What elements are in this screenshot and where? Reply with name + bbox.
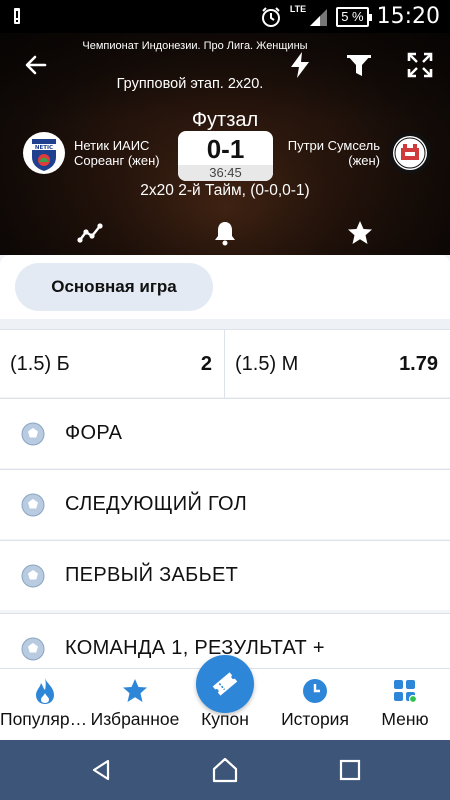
- odd-under[interactable]: (1.5) М 1.79: [225, 330, 450, 398]
- market-title: КОМАНДА 1, РЕЗУЛЬТАТ +: [65, 637, 325, 659]
- square-recents-icon: [339, 759, 361, 781]
- team-away-logo: [389, 132, 431, 174]
- battery-indicator: 5 %: [336, 6, 373, 27]
- fullscreen-button[interactable]: [400, 45, 440, 85]
- nav-favorites[interactable]: Избранное: [90, 669, 180, 741]
- home-icon: [212, 757, 238, 783]
- expand-icon: [407, 52, 433, 78]
- alarm-icon: [261, 6, 280, 27]
- bell-icon: [215, 222, 235, 246]
- clock-icon: [303, 679, 327, 703]
- scoreboard: 0-1 36:45: [178, 131, 273, 181]
- divider: [0, 319, 450, 329]
- filter-icon: [347, 55, 371, 76]
- ball-icon: [21, 564, 45, 587]
- ticket-icon: [212, 672, 238, 696]
- match-clock: 36:45: [178, 165, 273, 181]
- status-bar: LTE 5 % 15:20: [0, 0, 450, 33]
- ball-icon: [21, 422, 45, 445]
- filter-button[interactable]: [339, 45, 379, 85]
- chart-line-icon: [77, 223, 103, 243]
- game-type-panel: Основная игра: [0, 255, 450, 319]
- system-recents-button[interactable]: [334, 754, 366, 786]
- odd-over-value: 2: [200, 352, 212, 375]
- system-navigation: [0, 740, 450, 800]
- tab-favorite[interactable]: [340, 215, 380, 251]
- market-next-goal[interactable]: СЛЕДУЮЩИЙ ГОЛ: [0, 469, 450, 539]
- lightning-icon: [291, 52, 309, 78]
- odd-under-label: (1.5) М: [235, 352, 299, 375]
- market-title: ФОРА: [65, 422, 123, 444]
- nav-history[interactable]: История: [270, 669, 360, 741]
- market-title: СЛЕДУЮЩИЙ ГОЛ: [65, 493, 248, 515]
- market-handicap[interactable]: ФОРА: [0, 398, 450, 468]
- system-home-button[interactable]: [209, 754, 241, 786]
- quick-bet-button[interactable]: [280, 45, 320, 85]
- odd-under-value: 1.79: [399, 352, 438, 375]
- nav-popular[interactable]: Популярное: [0, 669, 90, 741]
- match-header: Чемпионат Индонезии. Про Лига. Женщины Г…: [0, 33, 450, 255]
- coupon-button[interactable]: [196, 655, 254, 713]
- sport-title: Футзал: [191, 109, 259, 131]
- market-title: ПЕРВЫЙ ЗАБЬЕТ: [65, 564, 239, 586]
- team-away: Путри Сумсель (жен): [280, 131, 432, 175]
- notification-icon: [14, 8, 20, 24]
- arrow-left-icon: [25, 55, 47, 75]
- nav-favorites-label: Избранное: [90, 709, 180, 729]
- tab-notifications[interactable]: [205, 215, 245, 251]
- back-button[interactable]: [16, 45, 56, 85]
- tab-statistics[interactable]: [70, 215, 110, 251]
- nav-menu-label: Меню: [381, 709, 429, 729]
- nav-popular-label: Популярное: [0, 709, 90, 729]
- flame-icon: [36, 678, 54, 704]
- ball-icon: [21, 637, 45, 660]
- team-home-logo: NETIC: [23, 132, 65, 174]
- team-away-name: Путри Сумсель (жен): [287, 138, 380, 168]
- triangle-back-icon: [92, 759, 110, 781]
- score: 0-1: [206, 134, 245, 164]
- menu-grid-icon: [394, 680, 418, 704]
- market-first-score[interactable]: ПЕРВЫЙ ЗАБЬЕТ: [0, 540, 450, 610]
- team-home: NETIC Нетик ИАИС Сореанг (жен): [22, 131, 169, 175]
- network-type: LTE: [289, 3, 307, 14]
- signal-icon: [310, 8, 328, 26]
- svg-text:NETIC: NETIC: [35, 145, 53, 151]
- star-icon: [348, 221, 372, 244]
- nav-menu[interactable]: Меню: [360, 669, 450, 741]
- star-icon: [123, 679, 147, 702]
- markets-content: Основная игра (1.5) Б 2 (1.5) М 1.79 ФОР…: [0, 255, 450, 670]
- team-home-name: Нетик ИАИС Сореанг (жен): [74, 138, 160, 168]
- nav-history-label: История: [281, 709, 349, 729]
- total-odds-row: (1.5) Б 2 (1.5) М 1.79: [0, 329, 450, 398]
- odd-over[interactable]: (1.5) Б 2: [0, 330, 225, 398]
- status-time: 15:20: [376, 4, 440, 29]
- period-info: 2х20 2-й Тайм, (0-0,0-1): [140, 182, 310, 199]
- odd-over-label: (1.5) Б: [10, 352, 70, 375]
- system-back-button[interactable]: [85, 754, 117, 786]
- main-game-chip[interactable]: Основная игра: [15, 263, 213, 311]
- match-subtabs: [0, 211, 450, 253]
- ball-icon: [21, 493, 45, 516]
